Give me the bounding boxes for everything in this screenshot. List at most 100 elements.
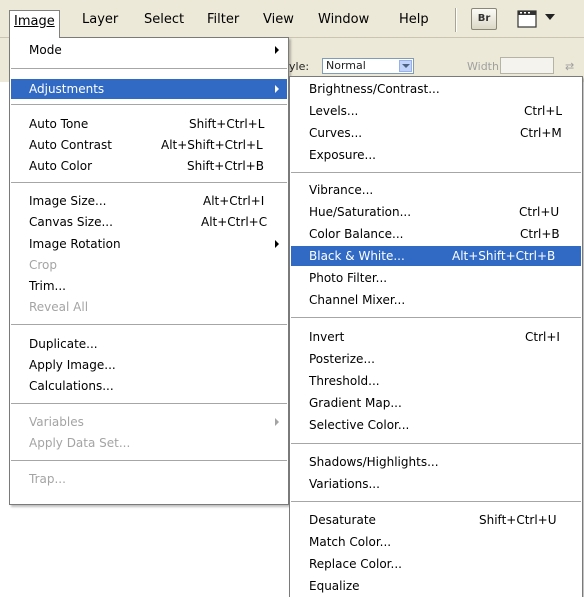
menu-divider: [291, 501, 581, 502]
menu-item-shortcut: Alt+Ctrl+I: [203, 194, 265, 208]
chevron-down-icon[interactable]: [545, 14, 555, 20]
menu-item-label: Levels...: [309, 104, 359, 118]
menu-item-vibrance[interactable]: Vibrance...: [291, 180, 581, 200]
menu-item-label: Duplicate...: [29, 337, 98, 351]
submenu-arrow-icon: [275, 418, 279, 426]
menu-image[interactable]: Image: [9, 10, 60, 38]
menu-item-label: Posterize...: [309, 352, 375, 366]
menu-item-label: Vibrance...: [309, 183, 374, 197]
swap-icon: ⇄: [565, 60, 575, 73]
menu-item-threshold[interactable]: Threshold...: [291, 371, 581, 391]
menu-item-auto-color[interactable]: Auto Color Shift+Ctrl+B: [11, 156, 287, 176]
menu-item-label: Crop: [29, 258, 58, 272]
chevron-down-icon[interactable]: [399, 60, 412, 72]
menu-item-label: Adjustments: [29, 82, 105, 96]
menu-item-shortcut: Shift+Ctrl+U: [479, 513, 557, 527]
menu-divider: [291, 443, 581, 444]
width-input[interactable]: [500, 57, 554, 74]
menu-item-auto-contrast[interactable]: Auto Contrast Alt+Shift+Ctrl+L: [11, 135, 287, 155]
menu-item-adjustments[interactable]: Adjustments: [11, 79, 287, 99]
menu-item-trim[interactable]: Trim...: [11, 276, 287, 296]
menu-image-label: Image: [14, 14, 55, 29]
menu-item-label: Color Balance...: [309, 227, 404, 241]
menu-divider: [11, 104, 287, 105]
submenu-arrow-icon: [275, 46, 279, 54]
menu-item-photo-filter[interactable]: Photo Filter...: [291, 268, 581, 288]
menu-item-invert[interactable]: Invert Ctrl+I: [291, 327, 581, 347]
menu-item-label: Auto Contrast: [29, 138, 112, 152]
menu-divider: [11, 460, 287, 461]
menu-divider: [11, 324, 287, 325]
menu-item-selective-color[interactable]: Selective Color...: [291, 415, 581, 435]
menu-bar: Image Layer Select Filter View Window He…: [0, 0, 584, 38]
menu-item-label: Threshold...: [309, 374, 380, 388]
menu-item-curves[interactable]: Curves... Ctrl+M: [291, 123, 581, 143]
menu-item-label: Trap...: [29, 472, 66, 486]
menu-window[interactable]: Window: [314, 11, 373, 31]
menu-item-image-size[interactable]: Image Size... Alt+Ctrl+I: [11, 191, 287, 211]
menu-item-levels[interactable]: Levels... Ctrl+L: [291, 101, 581, 121]
menu-item-replace-color[interactable]: Replace Color...: [291, 554, 581, 574]
submenu-arrow-icon: [275, 240, 279, 248]
menu-item-canvas-size[interactable]: Canvas Size... Alt+Ctrl+C: [11, 212, 287, 232]
screen-mode-icon[interactable]: [514, 8, 540, 30]
image-menu: Mode Adjustments Auto Tone Shift+Ctrl+L A…: [9, 37, 289, 505]
menu-item-calculations[interactable]: Calculations...: [11, 376, 287, 396]
menu-item-shortcut: Alt+Ctrl+C: [201, 215, 268, 229]
menu-item-exposure[interactable]: Exposure...: [291, 145, 581, 165]
menu-item-label: Hue/Saturation...: [309, 205, 412, 219]
menu-item-variables: Variables: [11, 412, 287, 432]
menu-item-gradient-map[interactable]: Gradient Map...: [291, 393, 581, 413]
menu-divider: [11, 403, 287, 404]
menu-item-label: Calculations...: [29, 379, 114, 393]
menu-item-label: Variations...: [309, 477, 380, 491]
menu-layer[interactable]: Layer: [78, 11, 122, 31]
menu-item-brightness-contrast[interactable]: Brightness/Contrast...: [291, 79, 581, 99]
menu-item-label: Photo Filter...: [309, 271, 388, 285]
menu-help[interactable]: Help: [395, 11, 433, 31]
menu-filter[interactable]: Filter: [203, 11, 243, 31]
menu-item-shadows-highlights[interactable]: Shadows/Highlights...: [291, 452, 581, 472]
menu-item-shortcut: Alt+Shift+Ctrl+L: [161, 138, 263, 152]
menu-item-equalize[interactable]: Equalize: [291, 576, 581, 596]
menu-item-desaturate[interactable]: Desaturate Shift+Ctrl+U: [291, 510, 581, 530]
menu-item-label: Apply Image...: [29, 358, 116, 372]
menubar-separator: [455, 8, 457, 32]
menu-item-label: Gradient Map...: [309, 396, 402, 410]
menu-item-label: Canvas Size...: [29, 215, 113, 229]
menu-item-mode[interactable]: Mode: [11, 40, 287, 60]
menu-item-auto-tone[interactable]: Auto Tone Shift+Ctrl+L: [11, 114, 287, 134]
menu-item-shortcut: Ctrl+M: [520, 126, 562, 140]
bridge-button[interactable]: Br: [471, 8, 497, 30]
menu-item-label: Replace Color...: [309, 557, 402, 571]
menu-item-channel-mixer[interactable]: Channel Mixer...: [291, 290, 581, 310]
menu-item-duplicate[interactable]: Duplicate...: [11, 334, 287, 354]
menu-item-label: Reveal All: [29, 300, 89, 314]
menu-item-label: Black & White...: [309, 249, 405, 263]
menu-view[interactable]: View: [259, 11, 298, 31]
menu-item-black-white[interactable]: Black & White... Alt+Shift+Ctrl+B: [291, 246, 581, 266]
menu-item-shortcut: Ctrl+I: [525, 330, 560, 344]
menu-item-label: Auto Tone: [29, 117, 89, 131]
style-label: yle:: [289, 60, 310, 73]
menu-item-posterize[interactable]: Posterize...: [291, 349, 581, 369]
menu-item-label: Exposure...: [309, 148, 376, 162]
submenu-arrow-icon: [275, 85, 279, 93]
menu-item-hue-saturation[interactable]: Hue/Saturation... Ctrl+U: [291, 202, 581, 222]
menu-item-label: Auto Color: [29, 159, 93, 173]
style-select-value: Normal: [326, 59, 366, 72]
menu-item-image-rotation[interactable]: Image Rotation: [11, 234, 287, 254]
menu-select[interactable]: Select: [140, 11, 188, 31]
menu-item-variations[interactable]: Variations...: [291, 474, 581, 494]
menu-item-trap: Trap...: [11, 469, 287, 489]
menu-divider: [11, 182, 287, 183]
menu-item-label: Shadows/Highlights...: [309, 455, 439, 469]
menu-item-apply-image[interactable]: Apply Image...: [11, 355, 287, 375]
style-select[interactable]: Normal: [322, 58, 414, 74]
menu-item-match-color[interactable]: Match Color...: [291, 532, 581, 552]
menu-item-crop: Crop: [11, 255, 287, 275]
width-label: Width:: [467, 60, 503, 73]
menu-divider: [11, 68, 287, 69]
menu-item-label: Desaturate: [309, 513, 376, 527]
menu-item-color-balance[interactable]: Color Balance... Ctrl+B: [291, 224, 581, 244]
